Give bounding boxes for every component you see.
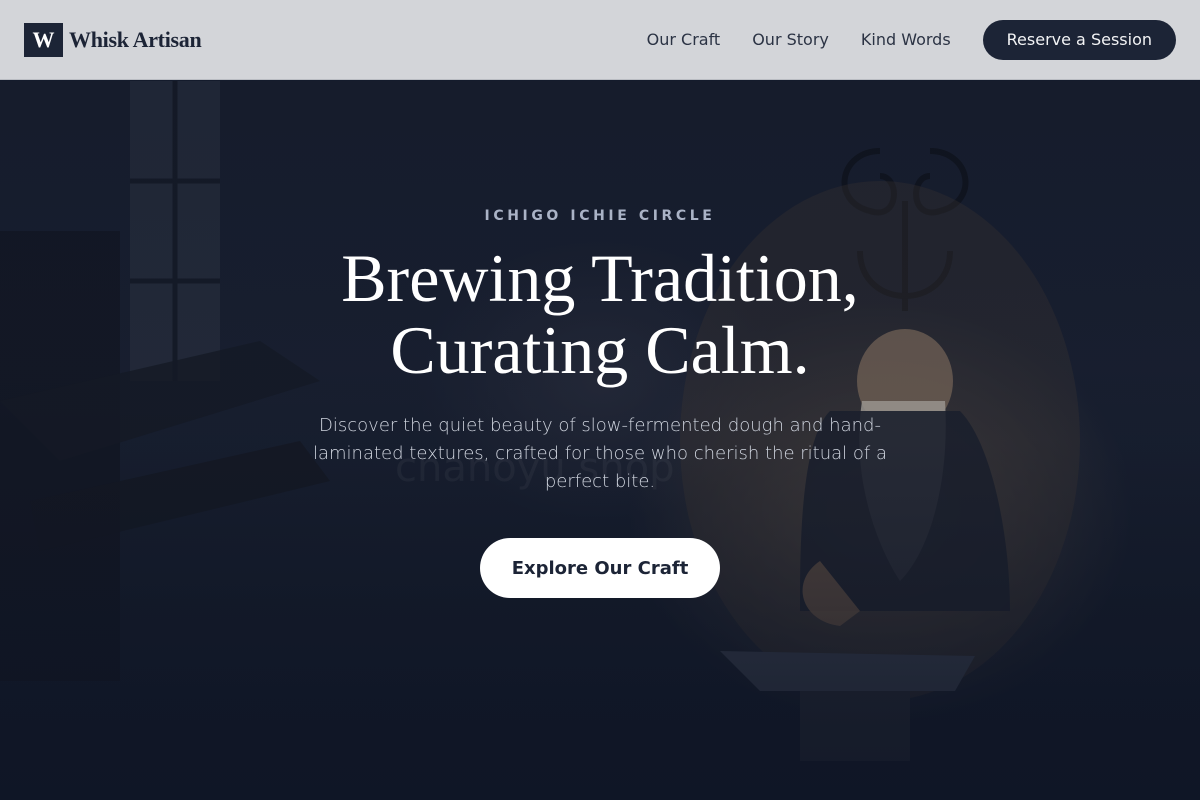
brand-name: Whisk Artisan xyxy=(69,26,202,52)
reserve-session-button[interactable]: Reserve a Session xyxy=(982,19,1176,60)
hero-content: ICHIGO ICHIE CIRCLE Brewing Tradition, C… xyxy=(0,81,1200,800)
hero-headline-line-1: Brewing Tradition, xyxy=(341,240,859,316)
nav-link-kind-words[interactable]: Kind Words xyxy=(861,30,951,49)
main-nav: Our Craft Our Story Kind Words Reserve a… xyxy=(647,19,1176,60)
explore-craft-button[interactable]: Explore Our Craft xyxy=(480,538,720,598)
nav-link-our-craft[interactable]: Our Craft xyxy=(647,30,721,49)
hero-headline-line-2: Curating Calm. xyxy=(390,312,810,388)
hero-section: chanoyu shop ICHIGO ICHIE CIRCLE Brewing… xyxy=(0,81,1200,800)
hero-subtext: Discover the quiet beauty of slow-fermen… xyxy=(312,415,887,492)
hero-eyebrow: ICHIGO ICHIE CIRCLE xyxy=(484,208,716,224)
site-header: W Whisk Artisan Our Craft Our Story Kind… xyxy=(0,0,1200,80)
nav-link-our-story[interactable]: Our Story xyxy=(752,30,829,49)
logo-mark-icon: W xyxy=(24,22,63,57)
brand-logo[interactable]: W Whisk Artisan xyxy=(24,22,202,57)
hero-headline: Brewing Tradition, Curating Calm. xyxy=(341,242,859,386)
